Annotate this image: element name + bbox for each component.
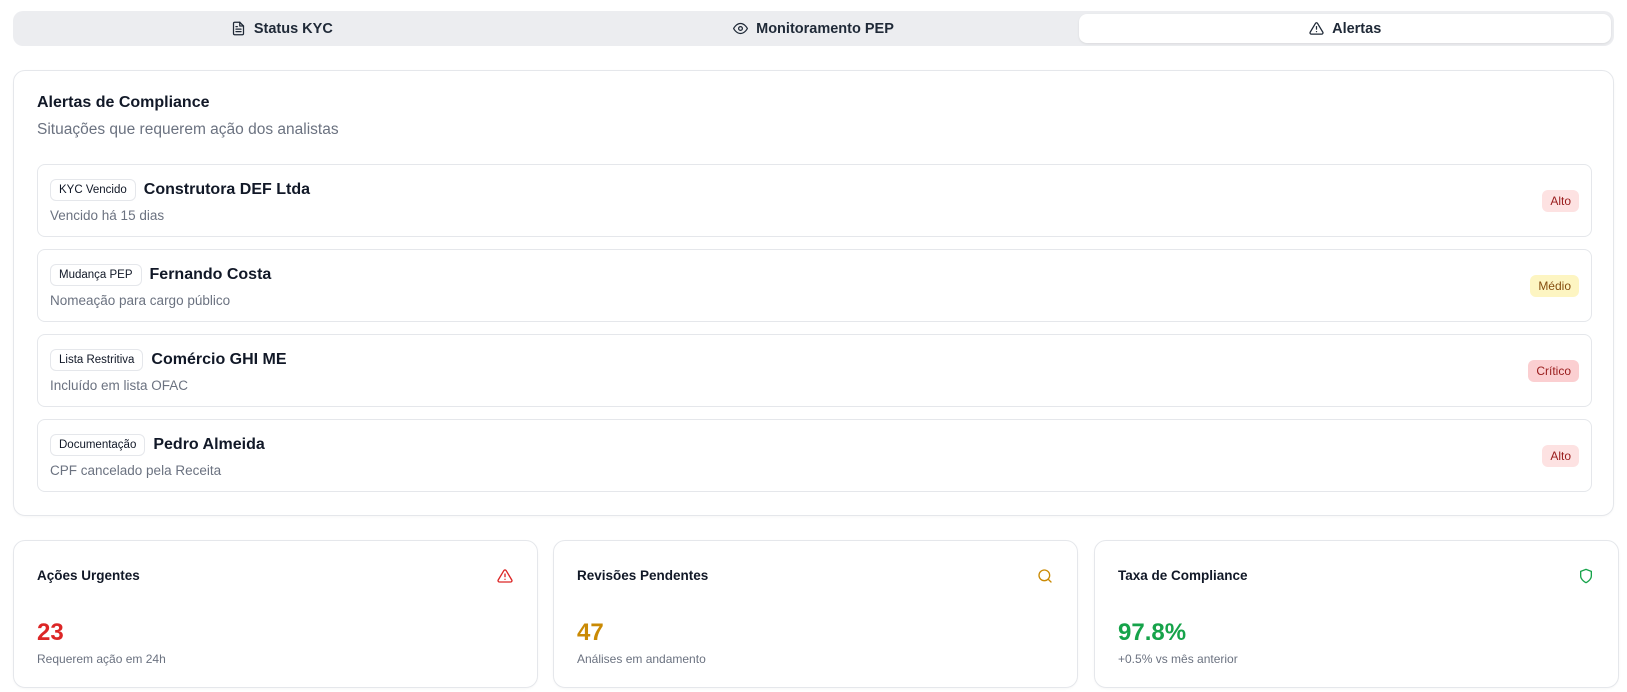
- alert-item[interactable]: KYC Vencido Construtora DEF Ltda Vencido…: [37, 164, 1592, 237]
- alert-type-badge: Lista Restritiva: [50, 349, 144, 371]
- warning-triangle-icon: [497, 569, 513, 583]
- alert-entity-name: Comércio GHI ME: [151, 351, 287, 368]
- search-icon: [1038, 569, 1052, 583]
- severity-badge: Alto: [1542, 190, 1579, 212]
- compliance-alerts-card: Alertas de Compliance Situações que requ…: [13, 70, 1614, 516]
- card-title: Alertas de Compliance: [37, 94, 210, 111]
- stat-card-pending-reviews: Revisões Pendentes 47 Análises em andame…: [553, 540, 1078, 688]
- alert-description: CPF cancelado pela Receita: [50, 463, 222, 478]
- stat-caption: Requerem ação em 24h: [37, 652, 166, 666]
- tab-label: Monitoramento PEP: [756, 20, 894, 37]
- tab-bar: Status KYC Monitoramento PEP Alertas: [13, 11, 1614, 46]
- alert-entity-name: Construtora DEF Ltda: [143, 181, 310, 198]
- alert-entity-name: Fernando Costa: [149, 266, 272, 283]
- alert-item[interactable]: Mudança PEP Fernando Costa Nomeação para…: [37, 249, 1592, 322]
- stat-title: Ações Urgentes: [37, 568, 140, 583]
- tab-label: Alertas: [1332, 20, 1382, 37]
- tab-label: Status KYC: [253, 20, 333, 37]
- severity-badge: Alto: [1542, 445, 1579, 467]
- document-icon: [232, 21, 244, 36]
- stat-value: 97.8%: [1118, 619, 1187, 646]
- alert-type-badge: Mudança PEP: [50, 264, 142, 286]
- tab-monitoramento-pep[interactable]: Monitoramento PEP: [548, 14, 1080, 43]
- stat-title: Taxa de Compliance: [1118, 568, 1248, 583]
- warning-triangle-icon: [1309, 22, 1324, 35]
- stat-card-compliance-rate: Taxa de Compliance 97.8% +0.5% vs mês an…: [1094, 540, 1619, 688]
- tab-status-kyc[interactable]: Status KYC: [16, 14, 548, 43]
- alert-entity-name: Pedro Almeida: [153, 436, 265, 453]
- alert-type-badge: Documentação: [50, 434, 146, 456]
- alert-description: Incluído em lista OFAC: [50, 378, 189, 393]
- shield-icon: [1580, 568, 1592, 584]
- alert-list: KYC Vencido Construtora DEF Ltda Vencido…: [37, 164, 1592, 504]
- stat-value: 23: [37, 619, 64, 646]
- alert-description: Vencido há 15 dias: [50, 208, 165, 223]
- alert-item[interactable]: Lista Restritiva Comércio GHI ME Incluíd…: [37, 334, 1592, 407]
- stat-card-urgent-actions: Ações Urgentes 23 Requerem ação em 24h: [13, 540, 538, 688]
- eye-icon: [733, 22, 749, 35]
- severity-badge: Crítico: [1528, 360, 1579, 382]
- alert-description: Nomeação para cargo público: [50, 293, 231, 308]
- severity-badge: Médio: [1530, 275, 1579, 297]
- stat-caption: +0.5% vs mês anterior: [1118, 652, 1238, 666]
- card-subtitle: Situações que requerem ação dos analista…: [37, 121, 339, 138]
- tab-alertas[interactable]: Alertas: [1079, 14, 1612, 43]
- alert-type-badge: KYC Vencido: [50, 179, 136, 201]
- stat-title: Revisões Pendentes: [577, 568, 709, 583]
- alert-item[interactable]: Documentação Pedro Almeida CPF cancelado…: [37, 419, 1592, 492]
- stat-value: 47: [577, 619, 604, 646]
- stat-caption: Análises em andamento: [577, 652, 706, 666]
